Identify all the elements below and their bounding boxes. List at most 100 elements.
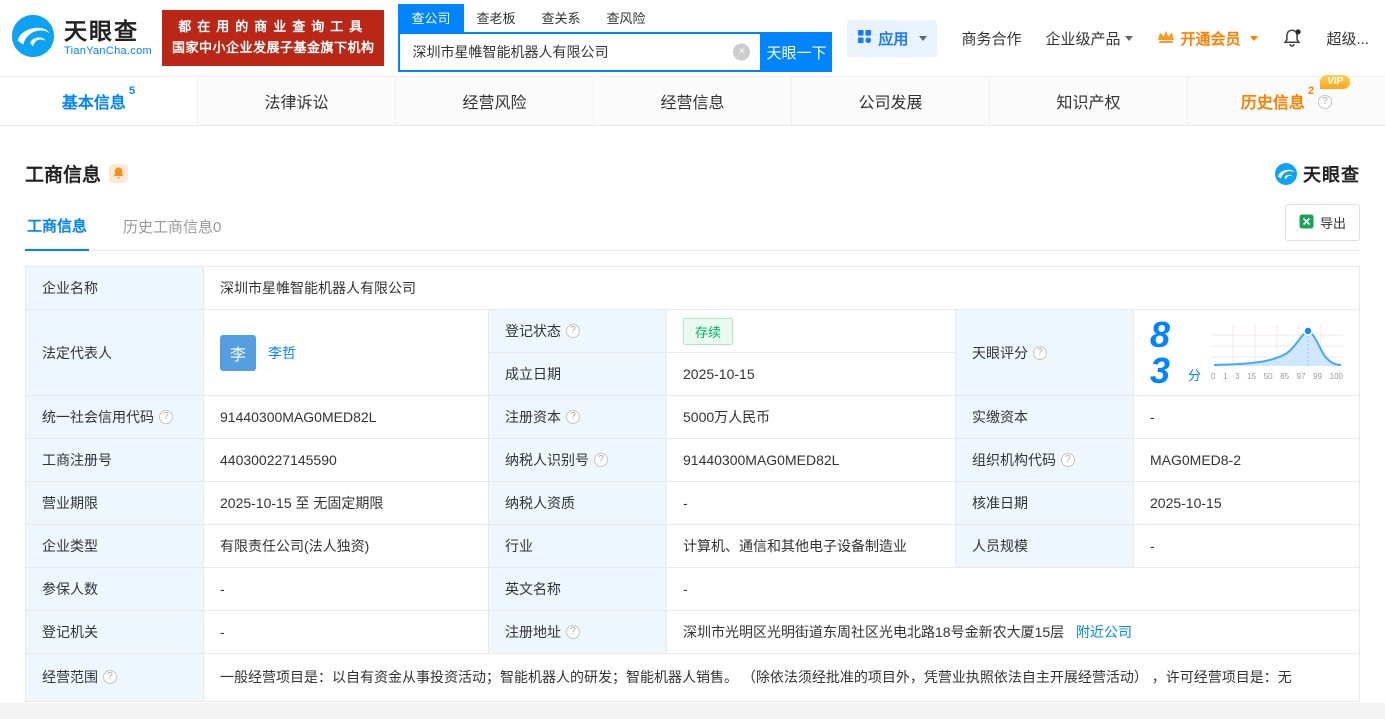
search-input[interactable] — [398, 32, 761, 72]
search-tabs: 查公司 查老板 查关系 查风险 — [398, 4, 832, 32]
value-taxpayer-quality: - — [666, 481, 956, 525]
value-approved-date: 2025-10-15 — [1133, 481, 1360, 525]
value-credit-code: 91440300MAG0MED82L — [203, 395, 489, 439]
tab-operating-risk[interactable]: 经营风险 — [395, 77, 593, 125]
table-row: 统一社会信用代码? 91440300MAG0MED82L 注册资本? 5000万… — [25, 395, 1360, 439]
value-reg-number: 440300227145590 — [203, 438, 489, 482]
value-staff-size: - — [1133, 524, 1360, 568]
label-paid-capital: 实缴资本 — [955, 395, 1134, 439]
table-row: 经营范围? 一般经营项目是：以自有资金从事投资活动；智能机器人的研发；智能机器人… — [25, 653, 1360, 702]
nav-open-vip-label: 开通会员 — [1180, 30, 1241, 48]
search-tab-relation[interactable]: 查关系 — [529, 4, 594, 32]
export-button[interactable]: 导出 — [1284, 204, 1360, 241]
tab-label: 公司发展 — [858, 95, 923, 112]
brand-name: 天眼查 — [64, 18, 139, 45]
value-business-term: 2025-10-15 至 无固定期限 — [203, 481, 489, 525]
nearby-companies-link[interactable]: 附近公司 — [1076, 624, 1132, 640]
promo-line1: 都在用的商业查询工具 — [178, 19, 369, 35]
value-english-name: - — [666, 567, 1360, 611]
nav-super-member[interactable]: 超级... — [1326, 28, 1369, 49]
value-taxpayer-id: 91440300MAG0MED82L — [666, 438, 956, 482]
search-tab-risk[interactable]: 查风险 — [594, 4, 659, 32]
label-approved-date: 核准日期 — [955, 481, 1134, 525]
subtab-history-business-info[interactable]: 历史工商信息0 — [121, 216, 223, 250]
label-business-scope: 经营范围? — [25, 653, 204, 702]
footer-strip — [0, 703, 1385, 719]
value-company-type: 有限责任公司(法人独资) — [203, 524, 489, 568]
help-icon[interactable]: ? — [566, 324, 580, 338]
label-credit-code: 统一社会信用代码? — [25, 395, 204, 439]
excel-icon — [1299, 214, 1314, 232]
export-label: 导出 — [1319, 216, 1346, 231]
subscribe-bell-icon[interactable] — [109, 164, 129, 183]
help-icon[interactable]: ? — [1318, 95, 1333, 109]
promo-banner: 都在用的商业查询工具 国家中小企业发展子基金旗下机构 — [161, 10, 385, 66]
help-icon[interactable]: ? — [1061, 453, 1075, 467]
help-icon[interactable]: ? — [159, 410, 173, 424]
help-icon[interactable]: ? — [566, 625, 580, 639]
label-est-date: 成立日期 — [488, 352, 667, 396]
value-industry: 计算机、通信和其他电子设备制造业 — [666, 524, 956, 568]
help-icon[interactable]: ? — [1033, 345, 1047, 360]
label-org-code: 组织机构代码? — [955, 438, 1134, 482]
tab-history-info[interactable]: 历史信息 2 VIP ? — [1187, 75, 1385, 125]
label-reg-authority: 登记机关 — [25, 610, 204, 654]
score-chart-ticks: 0 1 3 15 50 85 97 99 100 — [1211, 372, 1343, 381]
table-row: 营业期限 2025-10-15 至 无固定期限 纳税人资质 - 核准日期 202… — [25, 481, 1360, 525]
search-button[interactable]: 天眼一下 — [760, 32, 833, 72]
apps-grid-icon — [857, 29, 872, 48]
label-industry: 行业 — [488, 524, 667, 568]
tab-legal-proceedings[interactable]: 法律诉讼 — [197, 77, 395, 125]
help-icon[interactable]: ? — [103, 670, 117, 685]
notification-bell[interactable] — [1282, 28, 1302, 48]
section-title: 工商信息 — [25, 165, 102, 186]
status-badge: 存续 — [683, 317, 734, 345]
label-reg-status: 登记状态 ? — [488, 309, 667, 353]
tab-intellectual-property[interactable]: 知识产权 — [989, 77, 1187, 125]
value-company-name: 深圳市星帷智能机器人有限公司 — [203, 266, 1360, 310]
tianyancha-logo-icon — [10, 13, 56, 64]
label-address: 注册地址? — [488, 610, 667, 654]
legal-rep-link[interactable]: 李哲 — [268, 343, 296, 363]
value-paid-capital: - — [1133, 395, 1360, 439]
help-icon[interactable]: ? — [594, 453, 608, 467]
tab-label: 法律诉讼 — [264, 95, 329, 112]
label-company-name: 企业名称 — [25, 266, 204, 310]
nav-apps-label: 应用 — [878, 30, 909, 48]
tab-label: 知识产权 — [1056, 95, 1121, 112]
label-staff-size: 人员规模 — [955, 524, 1134, 568]
nav-apps[interactable]: 应用 — [847, 19, 938, 57]
tab-business-info[interactable]: 经营信息 — [593, 77, 791, 125]
value-legal-rep: 李 李哲 — [203, 309, 489, 396]
legal-rep-avatar[interactable]: 李 — [220, 334, 256, 371]
subtab-business-info[interactable]: 工商信息 — [25, 215, 90, 251]
label-reg-capital: 注册资本? — [488, 395, 667, 439]
nav-enterprise-products[interactable]: 企业级产品 — [1045, 28, 1134, 49]
label-taxpayer-id: 纳税人识别号? — [488, 438, 667, 482]
tianyancha-logo[interactable]: 天眼查 TianYanCha.com — [10, 13, 152, 64]
value-reg-capital: 5000万人民币 — [666, 395, 956, 439]
value-score: 83 分 0 1 3 15 50 85 97 99 100 — [1133, 309, 1360, 396]
header-nav: 应用 商务合作 企业级产品 开通会员 超级... — [847, 19, 1369, 57]
table-row: 登记机关 - 注册地址? 深圳市光明区光明街道东周社区光电北路18号金新农大厦1… — [25, 610, 1360, 654]
clear-search-icon[interactable]: × — [733, 43, 751, 61]
table-row: 企业名称 深圳市星帷智能机器人有限公司 — [25, 266, 1360, 310]
chevron-down-icon — [919, 35, 928, 41]
nav-open-vip[interactable]: 开通会员 — [1157, 28, 1259, 49]
score-distribution-chart: 0 1 3 15 50 85 97 99 100 — [1211, 324, 1343, 381]
help-icon[interactable]: ? — [566, 410, 580, 424]
subtabs-row: 工商信息 历史工商信息0 导出 — [25, 204, 1360, 251]
label-reg-number: 工商注册号 — [25, 438, 204, 482]
company-detail-tabs: 基本信息 5 法律诉讼 经营风险 经营信息 公司发展 知识产权 历史信息 2 V… — [0, 75, 1385, 126]
chevron-down-icon — [1125, 35, 1134, 41]
label-company-type: 企业类型 — [25, 524, 204, 568]
tab-company-development[interactable]: 公司发展 — [791, 77, 989, 125]
tab-label: 基本信息 — [61, 95, 126, 112]
business-info-table: 企业名称 深圳市星帷智能机器人有限公司 法定代表人 李 李哲 登记状态 ? 存续 — [25, 266, 1360, 702]
tab-label: 经营信息 — [660, 95, 725, 112]
score-number: 83 — [1150, 313, 1171, 391]
tab-basic-info[interactable]: 基本信息 5 — [0, 77, 197, 125]
search-tab-company[interactable]: 查公司 — [398, 4, 464, 32]
nav-cooperation[interactable]: 商务合作 — [961, 28, 1021, 49]
search-tab-boss[interactable]: 查老板 — [464, 4, 529, 32]
